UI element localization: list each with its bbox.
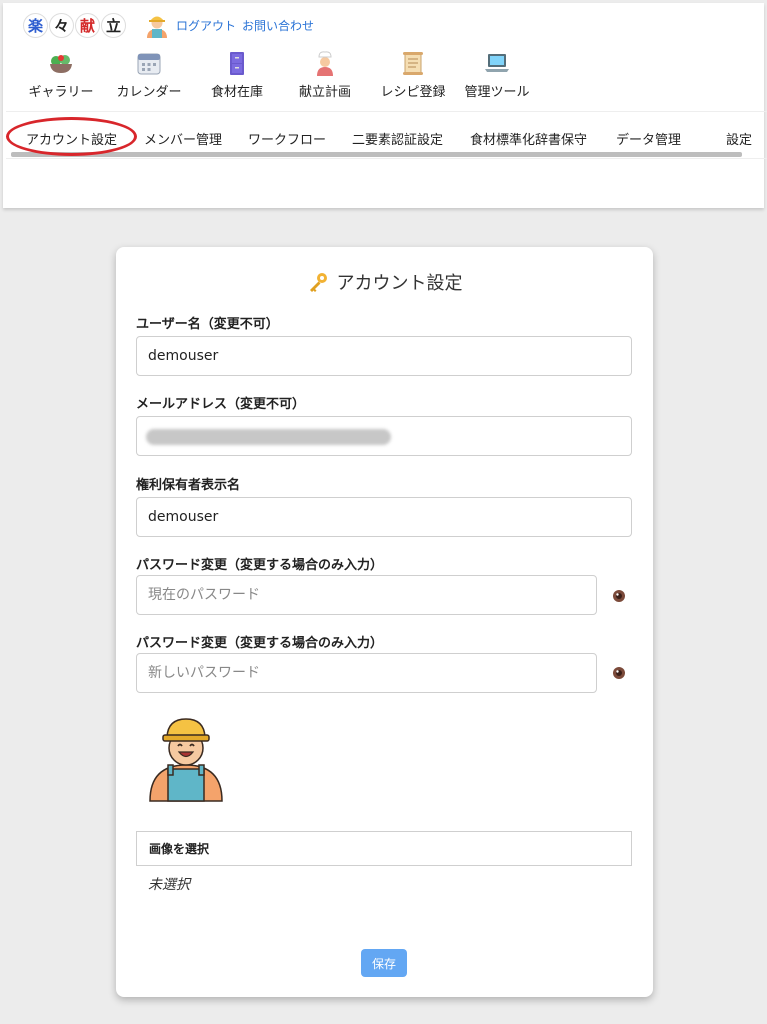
- current-password-label: パスワード変更（変更する場合のみ入力）: [136, 558, 384, 573]
- card-title: アカウント設定: [116, 269, 653, 295]
- current-password-field[interactable]: [136, 575, 597, 615]
- tab-two-factor[interactable]: 二要素認証設定: [352, 129, 470, 148]
- eye-icon[interactable]: [611, 588, 627, 604]
- nav-label: 管理ツール: [464, 85, 530, 100]
- horizontal-scrollbar[interactable]: [11, 152, 742, 157]
- account-settings-card: アカウント設定 ユーザー名（変更不可） メールアドレス（変更不可） 権利保有者表…: [116, 247, 653, 997]
- key-icon: [309, 273, 327, 292]
- tab-workflow[interactable]: ワークフロー: [248, 129, 352, 148]
- new-password-label: パスワード変更（変更する場合のみ入力）: [136, 636, 384, 651]
- username-label: ユーザー名（変更不可）: [136, 317, 279, 332]
- salad-bowl-icon: [50, 55, 72, 73]
- tab-ingredient-dictionary[interactable]: 食材標準化辞書保守: [470, 129, 616, 148]
- nav-recipe-register[interactable]: レシピ登録: [369, 49, 457, 101]
- eye-icon[interactable]: [611, 665, 627, 681]
- sub-nav: アカウント設定 メンバー管理 ワークフロー 二要素認証設定 食材標準化辞書保守 …: [6, 111, 767, 159]
- display-name-label: 権利保有者表示名: [136, 478, 241, 493]
- scroll-icon: [403, 52, 423, 75]
- nav-label: ギャラリー: [28, 85, 94, 100]
- chef-icon: [317, 51, 333, 76]
- nav-label: レシピ登録: [380, 85, 446, 100]
- top-bar: 楽 々 献 立 ログアウト お問い合わせ: [23, 11, 314, 39]
- nav-label: 食材在庫: [210, 85, 263, 100]
- logo-char: 楽: [23, 12, 48, 38]
- nav-admin-tools[interactable]: 管理ツール: [457, 49, 537, 101]
- nav-inventory[interactable]: 食材在庫: [193, 49, 281, 101]
- redacted-email: [146, 429, 391, 445]
- tab-member-management[interactable]: メンバー管理: [144, 129, 248, 148]
- card-title-text: アカウント設定: [336, 273, 463, 294]
- calendar-icon: [137, 53, 161, 75]
- storage-cabinet-icon: [230, 52, 244, 75]
- logo-char: 立: [101, 12, 126, 38]
- file-select-button[interactable]: 画像を選択: [136, 831, 632, 866]
- username-field[interactable]: [136, 336, 632, 376]
- nav-gallery[interactable]: ギャラリー: [17, 49, 105, 101]
- user-avatar-icon[interactable]: [144, 12, 170, 38]
- nav-label: カレンダー: [116, 85, 182, 100]
- main-nav: ギャラリー カレンダー 食材在庫 献立計画 レシピ登録 管理ツール: [17, 49, 537, 101]
- nav-meal-plan[interactable]: 献立計画: [281, 49, 369, 101]
- logo-char: 々: [49, 12, 74, 38]
- app-logo[interactable]: 楽 々 献 立: [23, 12, 126, 38]
- tab-account-settings[interactable]: アカウント設定: [26, 129, 144, 148]
- save-button[interactable]: 保存: [361, 949, 407, 977]
- tab-data-management[interactable]: データ管理: [616, 129, 726, 148]
- contact-link[interactable]: お問い合わせ: [242, 17, 314, 34]
- tab-settings[interactable]: 設定: [726, 129, 766, 148]
- logo-char: 献: [75, 12, 100, 38]
- farmer-avatar-icon: [149, 718, 223, 802]
- logout-link[interactable]: ログアウト: [176, 17, 236, 34]
- email-label: メールアドレス（変更不可）: [136, 397, 306, 412]
- laptop-icon: [485, 54, 509, 72]
- sub-tabs: アカウント設定 メンバー管理 ワークフロー 二要素認証設定 食材標準化辞書保守 …: [26, 129, 766, 148]
- header: 楽 々 献 立 ログアウト お問い合わせ ギャラリー カレンダー 食材在庫 献立…: [3, 3, 767, 208]
- display-name-field[interactable]: [136, 497, 632, 537]
- file-status: 未選択: [148, 877, 190, 893]
- nav-label: 献立計画: [298, 85, 351, 100]
- new-password-field[interactable]: [136, 653, 597, 693]
- nav-calendar[interactable]: カレンダー: [105, 49, 193, 101]
